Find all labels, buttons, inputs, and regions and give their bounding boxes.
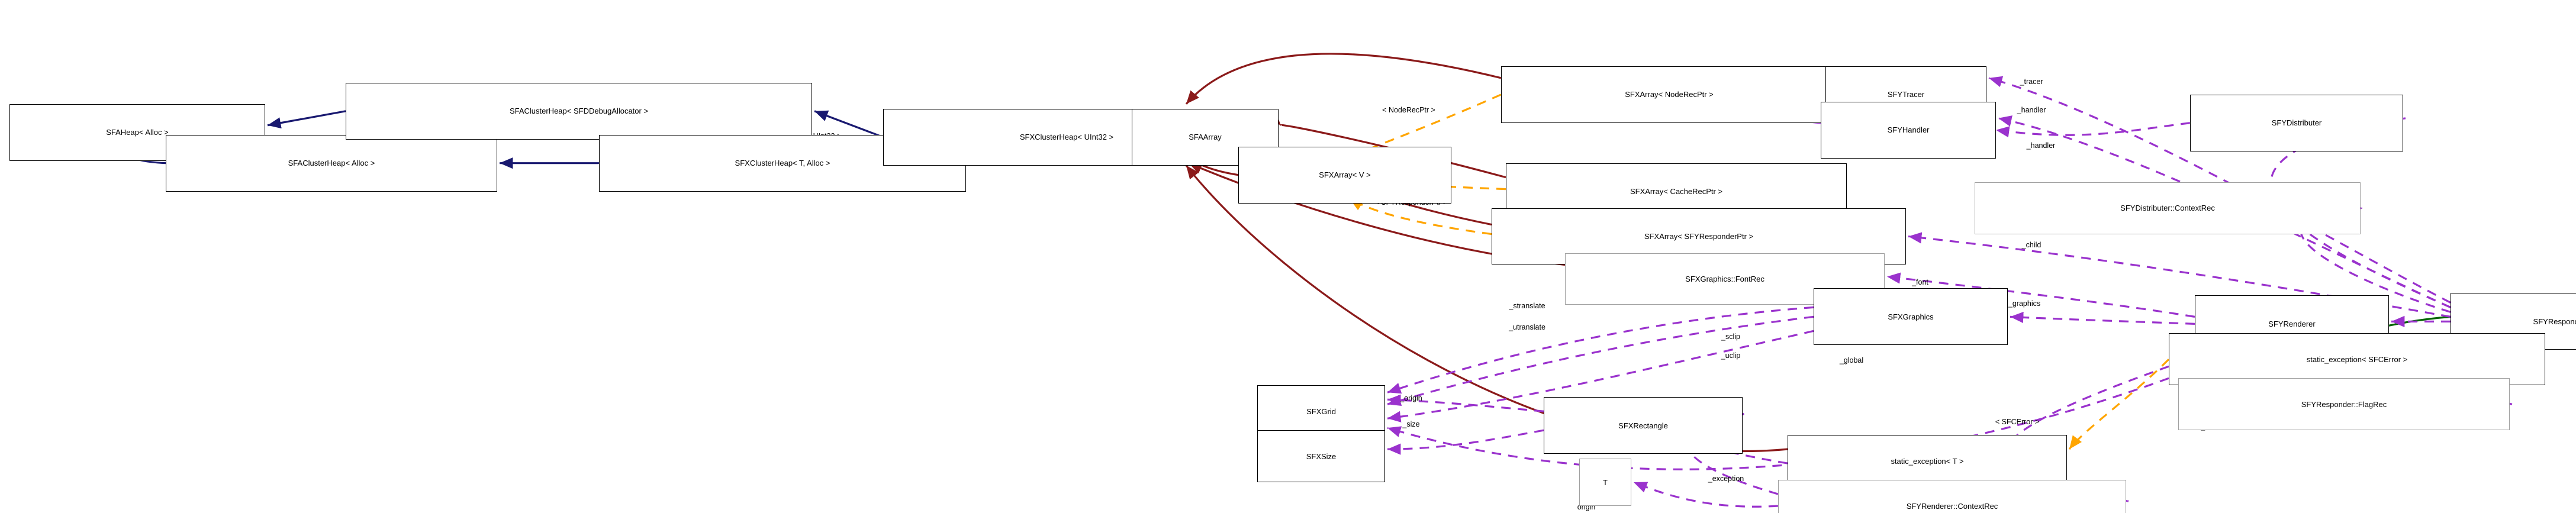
class-node-sfydistributer[interactable]: SFYDistributer <box>2190 94 2403 151</box>
edge-label-handler: _handler <box>2026 141 2056 150</box>
edge-label-size: _size <box>1402 420 1420 429</box>
edge-label-exception: _exception <box>1708 475 1744 483</box>
edge-label-graphics: _graphics <box>2008 299 2041 308</box>
class-node-sfyhandler[interactable]: SFYHandler <box>1821 101 1996 159</box>
class-node-sfxgraphics[interactable]: SFXGraphics <box>1814 288 2008 346</box>
class-node-static-exception-t[interactable]: static_exception< T > <box>1788 435 2067 488</box>
edge-label-noderecptr: < NodeRecPtr > <box>1382 105 1435 114</box>
class-node-sfxarray-v[interactable]: SFXArray< V > <box>1238 146 1451 204</box>
edge-label-sclip: _sclip <box>1721 333 1740 341</box>
class-node-sfydistributer-contextrec[interactable]: SFYDistributer::ContextRec <box>1975 182 2361 234</box>
edge-label-tracer: _tracer <box>2020 77 2043 86</box>
class-node-sfaclusterheap-alloc[interactable]: SFAClusterHeap< Alloc > <box>166 134 497 192</box>
class-node-sfxgrid[interactable]: SFXGrid <box>1257 385 1385 438</box>
class-node-sfxarray-noderecptr[interactable]: SFXArray< NodeRecPtr > <box>1501 66 1837 123</box>
edge-label-handler: _handler <box>2017 105 2046 114</box>
class-node-sfxsize[interactable]: SFXSize <box>1257 430 1385 483</box>
class-node-sfyrenderer-contextrec[interactable]: SFYRenderer::ContextRec <box>1778 480 2126 513</box>
edge-label-child: _child <box>2021 240 2042 249</box>
edge-label-uclip: _uclip <box>1721 351 1741 360</box>
edge-label-global: _global <box>1839 356 1864 365</box>
collaboration-diagram-canvas: SFAHeap< Alloc > SFAClusterHeap< Alloc > S… <box>0 0 2576 513</box>
class-node-static-exception-sfcerror[interactable]: static_exception< SFCError > <box>2169 333 2545 386</box>
edge-label-origin: _origin <box>1400 394 1422 403</box>
edge-label-utranslate: _utranslate <box>1509 323 1545 332</box>
class-node-sfaclusterheap-sfddebugallocator[interactable]: SFAClusterHeap< SFDDebugAllocator > <box>346 82 812 140</box>
class-node-sfyresponder-flagrec[interactable]: SFYResponder::FlagRec <box>2178 378 2510 431</box>
edge-label-sfcerror: < SFCError > <box>1995 418 2040 427</box>
class-node-t[interactable]: T <box>1579 459 1631 506</box>
class-node-sfxrectangle[interactable]: SFXRectangle <box>1544 397 1743 454</box>
edge-label-stranslate: _stranslate <box>1509 302 1545 311</box>
edge-label-font: _font <box>1912 278 1928 287</box>
